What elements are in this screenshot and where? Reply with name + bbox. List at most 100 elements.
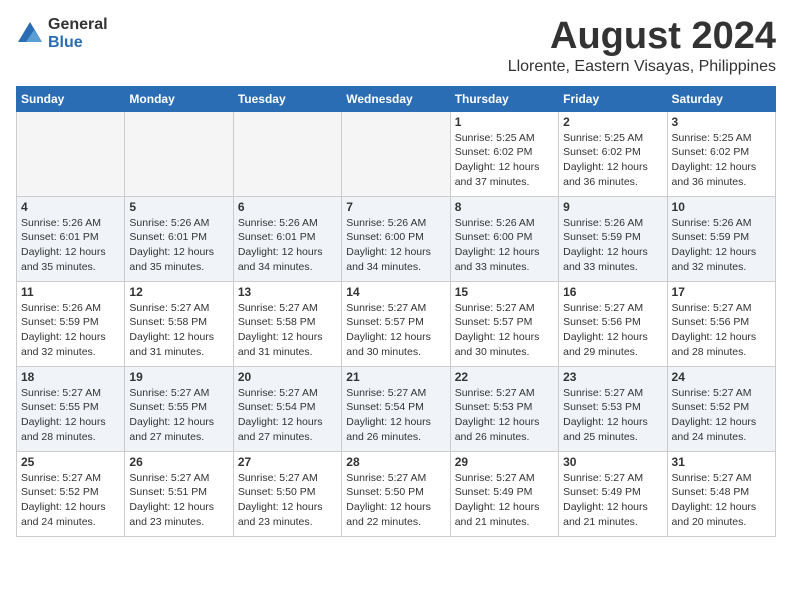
calendar-cell: 7 Sunrise: 5:26 AM Sunset: 6:00 PM Daylig…	[342, 196, 450, 281]
logo-general-text: General	[48, 16, 108, 34]
day-info: Sunrise: 5:26 AM Sunset: 5:59 PM Dayligh…	[672, 216, 771, 275]
calendar-week-row: 18 Sunrise: 5:27 AM Sunset: 5:55 PM Dayli…	[17, 366, 776, 451]
main-title: August 2024	[508, 16, 776, 58]
day-number: 21	[346, 370, 445, 384]
calendar-cell: 18 Sunrise: 5:27 AM Sunset: 5:55 PM Dayli…	[17, 366, 125, 451]
calendar-week-row: 4 Sunrise: 5:26 AM Sunset: 6:01 PM Daylig…	[17, 196, 776, 281]
day-info: Sunrise: 5:27 AM Sunset: 5:51 PM Dayligh…	[129, 471, 228, 530]
day-info: Sunrise: 5:27 AM Sunset: 5:54 PM Dayligh…	[346, 386, 445, 445]
calendar-week-row: 11 Sunrise: 5:26 AM Sunset: 5:59 PM Dayli…	[17, 281, 776, 366]
calendar-cell: 13Sunrise: 5:27 AM Sunset: 5:58 PM Dayli…	[233, 281, 341, 366]
day-header-thursday: Thursday	[450, 86, 558, 111]
day-info: Sunrise: 5:27 AM Sunset: 5:54 PM Dayligh…	[238, 386, 337, 445]
day-number: 7	[346, 200, 445, 214]
calendar-cell: 27 Sunrise: 5:27 AM Sunset: 5:50 PM Dayli…	[233, 451, 341, 536]
day-number: 17	[672, 285, 771, 299]
day-info: Sunrise: 5:27 AM Sunset: 5:53 PM Dayligh…	[455, 386, 554, 445]
calendar-cell	[125, 111, 233, 196]
day-info: Sunrise: 5:27 AM Sunset: 5:55 PM Dayligh…	[21, 386, 120, 445]
calendar-cell: 20 Sunrise: 5:27 AM Sunset: 5:54 PM Dayli…	[233, 366, 341, 451]
day-number: 4	[21, 200, 120, 214]
day-number: 23	[563, 370, 662, 384]
calendar-cell: 26 Sunrise: 5:27 AM Sunset: 5:51 PM Dayli…	[125, 451, 233, 536]
day-number: 28	[346, 455, 445, 469]
calendar-cell: 29Sunrise: 5:27 AM Sunset: 5:49 PM Dayli…	[450, 451, 558, 536]
logo-blue-text: Blue	[48, 34, 108, 52]
calendar-cell: 1 Sunrise: 5:25 AM Sunset: 6:02 PM Daylig…	[450, 111, 558, 196]
day-info: Sunrise: 5:27 AM Sunset: 5:58 PM Dayligh…	[129, 301, 228, 360]
subtitle: Llorente, Eastern Visayas, Philippines	[508, 58, 776, 76]
day-info: Sunrise: 5:27 AM Sunset: 5:53 PM Dayligh…	[563, 386, 662, 445]
day-number: 5	[129, 200, 228, 214]
day-number: 27	[238, 455, 337, 469]
day-info: Sunrise: 5:25 AM Sunset: 6:02 PM Dayligh…	[455, 131, 554, 190]
calendar-cell: 12 Sunrise: 5:27 AM Sunset: 5:58 PM Dayli…	[125, 281, 233, 366]
calendar-cell: 19Sunrise: 5:27 AM Sunset: 5:55 PM Dayli…	[125, 366, 233, 451]
day-number: 18	[21, 370, 120, 384]
calendar-cell: 10 Sunrise: 5:26 AM Sunset: 5:59 PM Dayli…	[667, 196, 775, 281]
day-info: Sunrise: 5:27 AM Sunset: 5:56 PM Dayligh…	[563, 301, 662, 360]
calendar-cell	[17, 111, 125, 196]
day-number: 12	[129, 285, 228, 299]
calendar: SundayMondayTuesdayWednesdayThursdayFrid…	[16, 86, 776, 537]
day-number: 24	[672, 370, 771, 384]
calendar-cell: 28 Sunrise: 5:27 AM Sunset: 5:50 PM Dayli…	[342, 451, 450, 536]
calendar-cell	[233, 111, 341, 196]
day-header-sunday: Sunday	[17, 86, 125, 111]
calendar-cell: 31 Sunrise: 5:27 AM Sunset: 5:48 PM Dayli…	[667, 451, 775, 536]
calendar-cell: 2Sunrise: 5:25 AM Sunset: 6:02 PM Daylig…	[559, 111, 667, 196]
day-number: 1	[455, 115, 554, 129]
day-info: Sunrise: 5:27 AM Sunset: 5:48 PM Dayligh…	[672, 471, 771, 530]
day-number: 30	[563, 455, 662, 469]
day-number: 9	[563, 200, 662, 214]
calendar-cell: 21 Sunrise: 5:27 AM Sunset: 5:54 PM Dayli…	[342, 366, 450, 451]
day-info: Sunrise: 5:26 AM Sunset: 5:59 PM Dayligh…	[563, 216, 662, 275]
calendar-cell: 16 Sunrise: 5:27 AM Sunset: 5:56 PM Dayli…	[559, 281, 667, 366]
calendar-cell: 11 Sunrise: 5:26 AM Sunset: 5:59 PM Dayli…	[17, 281, 125, 366]
day-number: 11	[21, 285, 120, 299]
calendar-cell: 8Sunrise: 5:26 AM Sunset: 6:00 PM Daylig…	[450, 196, 558, 281]
day-number: 22	[455, 370, 554, 384]
day-number: 25	[21, 455, 120, 469]
day-number: 3	[672, 115, 771, 129]
day-header-tuesday: Tuesday	[233, 86, 341, 111]
calendar-cell: 4 Sunrise: 5:26 AM Sunset: 6:01 PM Daylig…	[17, 196, 125, 281]
day-number: 26	[129, 455, 228, 469]
day-info: Sunrise: 5:26 AM Sunset: 6:01 PM Dayligh…	[129, 216, 228, 275]
day-info: Sunrise: 5:27 AM Sunset: 5:57 PM Dayligh…	[346, 301, 445, 360]
calendar-cell	[342, 111, 450, 196]
day-number: 31	[672, 455, 771, 469]
day-header-saturday: Saturday	[667, 86, 775, 111]
day-number: 8	[455, 200, 554, 214]
calendar-cell: 22 Sunrise: 5:27 AM Sunset: 5:53 PM Dayli…	[450, 366, 558, 451]
calendar-cell: 30Sunrise: 5:27 AM Sunset: 5:49 PM Dayli…	[559, 451, 667, 536]
day-number: 10	[672, 200, 771, 214]
calendar-cell: 6 Sunrise: 5:26 AM Sunset: 6:01 PM Daylig…	[233, 196, 341, 281]
day-info: Sunrise: 5:26 AM Sunset: 6:00 PM Dayligh…	[346, 216, 445, 275]
calendar-week-row: 1 Sunrise: 5:25 AM Sunset: 6:02 PM Daylig…	[17, 111, 776, 196]
day-info: Sunrise: 5:26 AM Sunset: 5:59 PM Dayligh…	[21, 301, 120, 360]
day-info: Sunrise: 5:25 AM Sunset: 6:02 PM Dayligh…	[672, 131, 771, 190]
calendar-header-row: SundayMondayTuesdayWednesdayThursdayFrid…	[17, 86, 776, 111]
day-number: 20	[238, 370, 337, 384]
calendar-cell: 3 Sunrise: 5:25 AM Sunset: 6:02 PM Daylig…	[667, 111, 775, 196]
day-number: 19	[129, 370, 228, 384]
calendar-cell: 15Sunrise: 5:27 AM Sunset: 5:57 PM Dayli…	[450, 281, 558, 366]
day-info: Sunrise: 5:26 AM Sunset: 6:01 PM Dayligh…	[21, 216, 120, 275]
calendar-cell: 17 Sunrise: 5:27 AM Sunset: 5:56 PM Dayli…	[667, 281, 775, 366]
day-info: Sunrise: 5:27 AM Sunset: 5:50 PM Dayligh…	[346, 471, 445, 530]
day-header-monday: Monday	[125, 86, 233, 111]
calendar-cell: 24Sunrise: 5:27 AM Sunset: 5:52 PM Dayli…	[667, 366, 775, 451]
logo: General Blue	[16, 16, 108, 51]
title-section: August 2024 Llorente, Eastern Visayas, P…	[508, 16, 776, 76]
day-number: 16	[563, 285, 662, 299]
calendar-cell: 14Sunrise: 5:27 AM Sunset: 5:57 PM Dayli…	[342, 281, 450, 366]
day-info: Sunrise: 5:25 AM Sunset: 6:02 PM Dayligh…	[563, 131, 662, 190]
day-number: 6	[238, 200, 337, 214]
day-info: Sunrise: 5:27 AM Sunset: 5:58 PM Dayligh…	[238, 301, 337, 360]
day-info: Sunrise: 5:27 AM Sunset: 5:50 PM Dayligh…	[238, 471, 337, 530]
calendar-week-row: 25Sunrise: 5:27 AM Sunset: 5:52 PM Dayli…	[17, 451, 776, 536]
day-info: Sunrise: 5:26 AM Sunset: 6:01 PM Dayligh…	[238, 216, 337, 275]
day-info: Sunrise: 5:27 AM Sunset: 5:56 PM Dayligh…	[672, 301, 771, 360]
calendar-cell: 5 Sunrise: 5:26 AM Sunset: 6:01 PM Daylig…	[125, 196, 233, 281]
